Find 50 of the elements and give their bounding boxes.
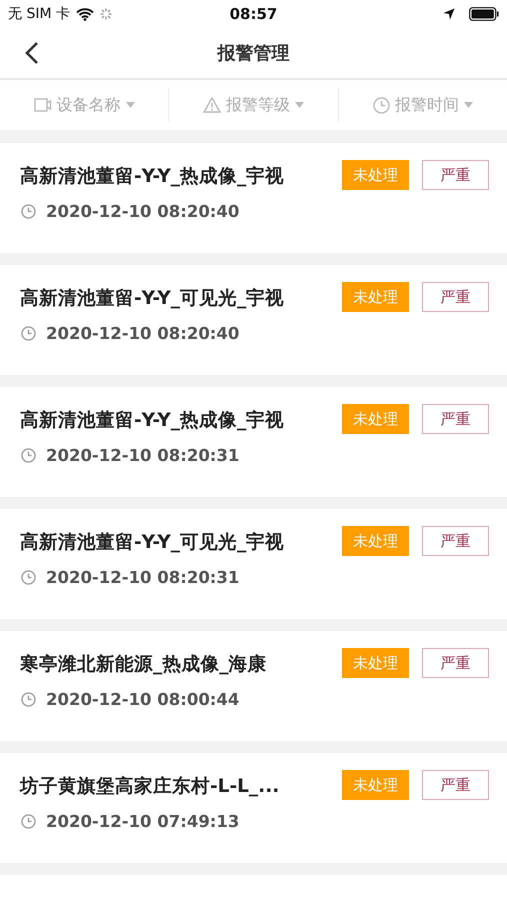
device-name: 高新清池董留-Y-Y_可见光_宇视 — [20, 286, 286, 310]
alarm-card[interactable]: 高新清池董留-Y-Y_热成像_宇视 未处理 严重 2020-12-10 08:20:31 — [0, 387, 507, 497]
warning-icon — [202, 97, 221, 113]
caret-icon — [126, 102, 135, 108]
level-tag: 严重 — [422, 404, 489, 434]
device-name: 高新清池董留-Y-Y_可见光_宇视 — [20, 530, 286, 554]
status-tag: 未处理 — [342, 526, 409, 556]
level-tag: 严重 — [422, 526, 489, 556]
back-icon[interactable] — [25, 41, 39, 65]
clock-icon — [372, 96, 390, 114]
level-tag: 严重 — [422, 282, 489, 312]
alarm-time: 2020-12-10 07:49:13 — [46, 812, 240, 831]
clock-icon — [21, 692, 36, 707]
alarm-time: 2020-12-10 08:20:40 — [46, 202, 240, 221]
alarm-card[interactable]: 高新清池董留-Y-Y_可见光_宇视 未处理 严重 2020-12-10 08:20:40 — [0, 265, 507, 375]
alarm-card[interactable]: 高新清池董留-Y-Y_热成像_宇视 未处理 严重 2020-12-10 08:20:40 — [0, 143, 507, 253]
status-tag: 未处理 — [342, 770, 409, 800]
alarm-time: 2020-12-10 08:20:31 — [46, 446, 240, 465]
location-arrow-icon — [443, 8, 455, 20]
alarm-card[interactable]: 寒亭潍北新能源_热成像_海康 未处理 严重 2020-12-10 08:00:44 — [0, 631, 507, 741]
status-tag: 未处理 — [342, 648, 409, 678]
clock-icon — [21, 448, 36, 463]
alarm-card[interactable]: 坊子黄旗堡高家庄东村-L-L_... 未处理 严重 2020-12-10 07:49:13 — [0, 753, 507, 863]
clock-time: 08:57 — [230, 5, 278, 23]
device-name: 高新清池董留-Y-Y_热成像_宇视 — [20, 164, 286, 188]
alarm-time: 2020-12-10 08:20:31 — [46, 568, 240, 587]
level-tag: 严重 — [422, 160, 489, 190]
level-tag: 严重 — [422, 648, 489, 678]
status-tag: 未处理 — [342, 404, 409, 434]
clock-icon — [21, 326, 36, 341]
wifi-icon — [76, 8, 94, 20]
alarm-time: 2020-12-10 08:20:40 — [46, 324, 240, 343]
clock-icon — [21, 814, 36, 829]
carrier-label: 无 SIM 卡 — [8, 5, 70, 23]
alarm-card[interactable]: 高新清池董留-Y-Y_可见光_宇视 未处理 严重 2020-12-10 08:20:31 — [0, 509, 507, 619]
device-name: 高新清池董留-Y-Y_热成像_宇视 — [20, 408, 286, 432]
status-tag: 未处理 — [342, 160, 409, 190]
device-name: 坊子黄旗堡高家庄东村-L-L_... — [20, 774, 280, 798]
level-tag: 严重 — [422, 770, 489, 800]
device-name: 寒亭潍北新能源_热成像_海康 — [20, 652, 268, 676]
clock-icon — [21, 570, 36, 585]
clock-icon — [21, 204, 36, 219]
page-title: 报警管理 — [218, 42, 290, 65]
status-tag: 未处理 — [342, 282, 409, 312]
caret-icon — [294, 102, 304, 108]
camera-icon — [34, 98, 52, 112]
caret-icon — [464, 102, 473, 108]
battery-icon — [469, 7, 499, 21]
loading-icon — [100, 8, 112, 20]
alarm-time: 2020-12-10 08:00:44 — [46, 690, 240, 709]
